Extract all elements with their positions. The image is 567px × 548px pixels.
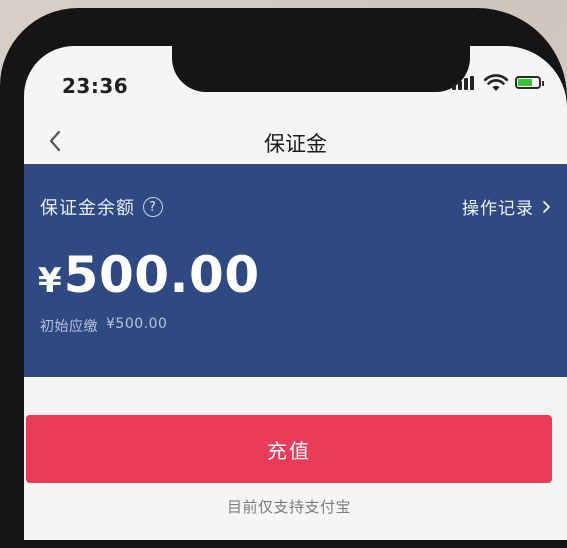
balance-label: 保证金余额 [40, 198, 135, 219]
operation-records-label: 操作记录 [462, 199, 534, 219]
app-screen: 23:36 保证金 保证金余额 ? 操作记录 ¥ 500.00 初始应缴 ¥50… [24, 46, 567, 540]
camera-notch [172, 46, 470, 92]
battery-icon [515, 76, 544, 89]
chevron-right-icon [543, 200, 550, 213]
balance-value: 500.00 [63, 246, 260, 304]
battery-level [518, 79, 532, 86]
balance-label-row: 保证金余额 ? [40, 194, 163, 220]
help-icon[interactable]: ? [143, 197, 163, 217]
phone-frame: 23:36 保证金 保证金余额 ? 操作记录 ¥ 500.00 初始应缴 ¥50… [0, 8, 567, 548]
status-time: 23:36 [62, 74, 129, 98]
operation-records-link[interactable]: 操作记录 [462, 194, 551, 219]
nav-bar: 保证金 [24, 116, 567, 166]
balance-panel: 保证金余额 ? 操作记录 ¥ 500.00 初始应缴 ¥500.00 [24, 164, 567, 377]
payment-note: 目前仅支持支付宝 [226, 498, 351, 516]
currency-symbol: ¥ [38, 261, 62, 301]
recharge-button[interactable]: 充值 [26, 415, 552, 483]
initial-deposit-label: 初始应缴 [40, 319, 98, 335]
initial-deposit-row: 初始应缴 ¥500.00 [40, 316, 167, 336]
wifi-icon [484, 74, 508, 91]
balance-amount: ¥ 500.00 [38, 246, 260, 304]
initial-deposit-amount: ¥500.00 [106, 316, 168, 332]
page-title: 保证金 [264, 132, 327, 156]
status-icons [452, 72, 548, 94]
signal-icon [452, 76, 478, 90]
